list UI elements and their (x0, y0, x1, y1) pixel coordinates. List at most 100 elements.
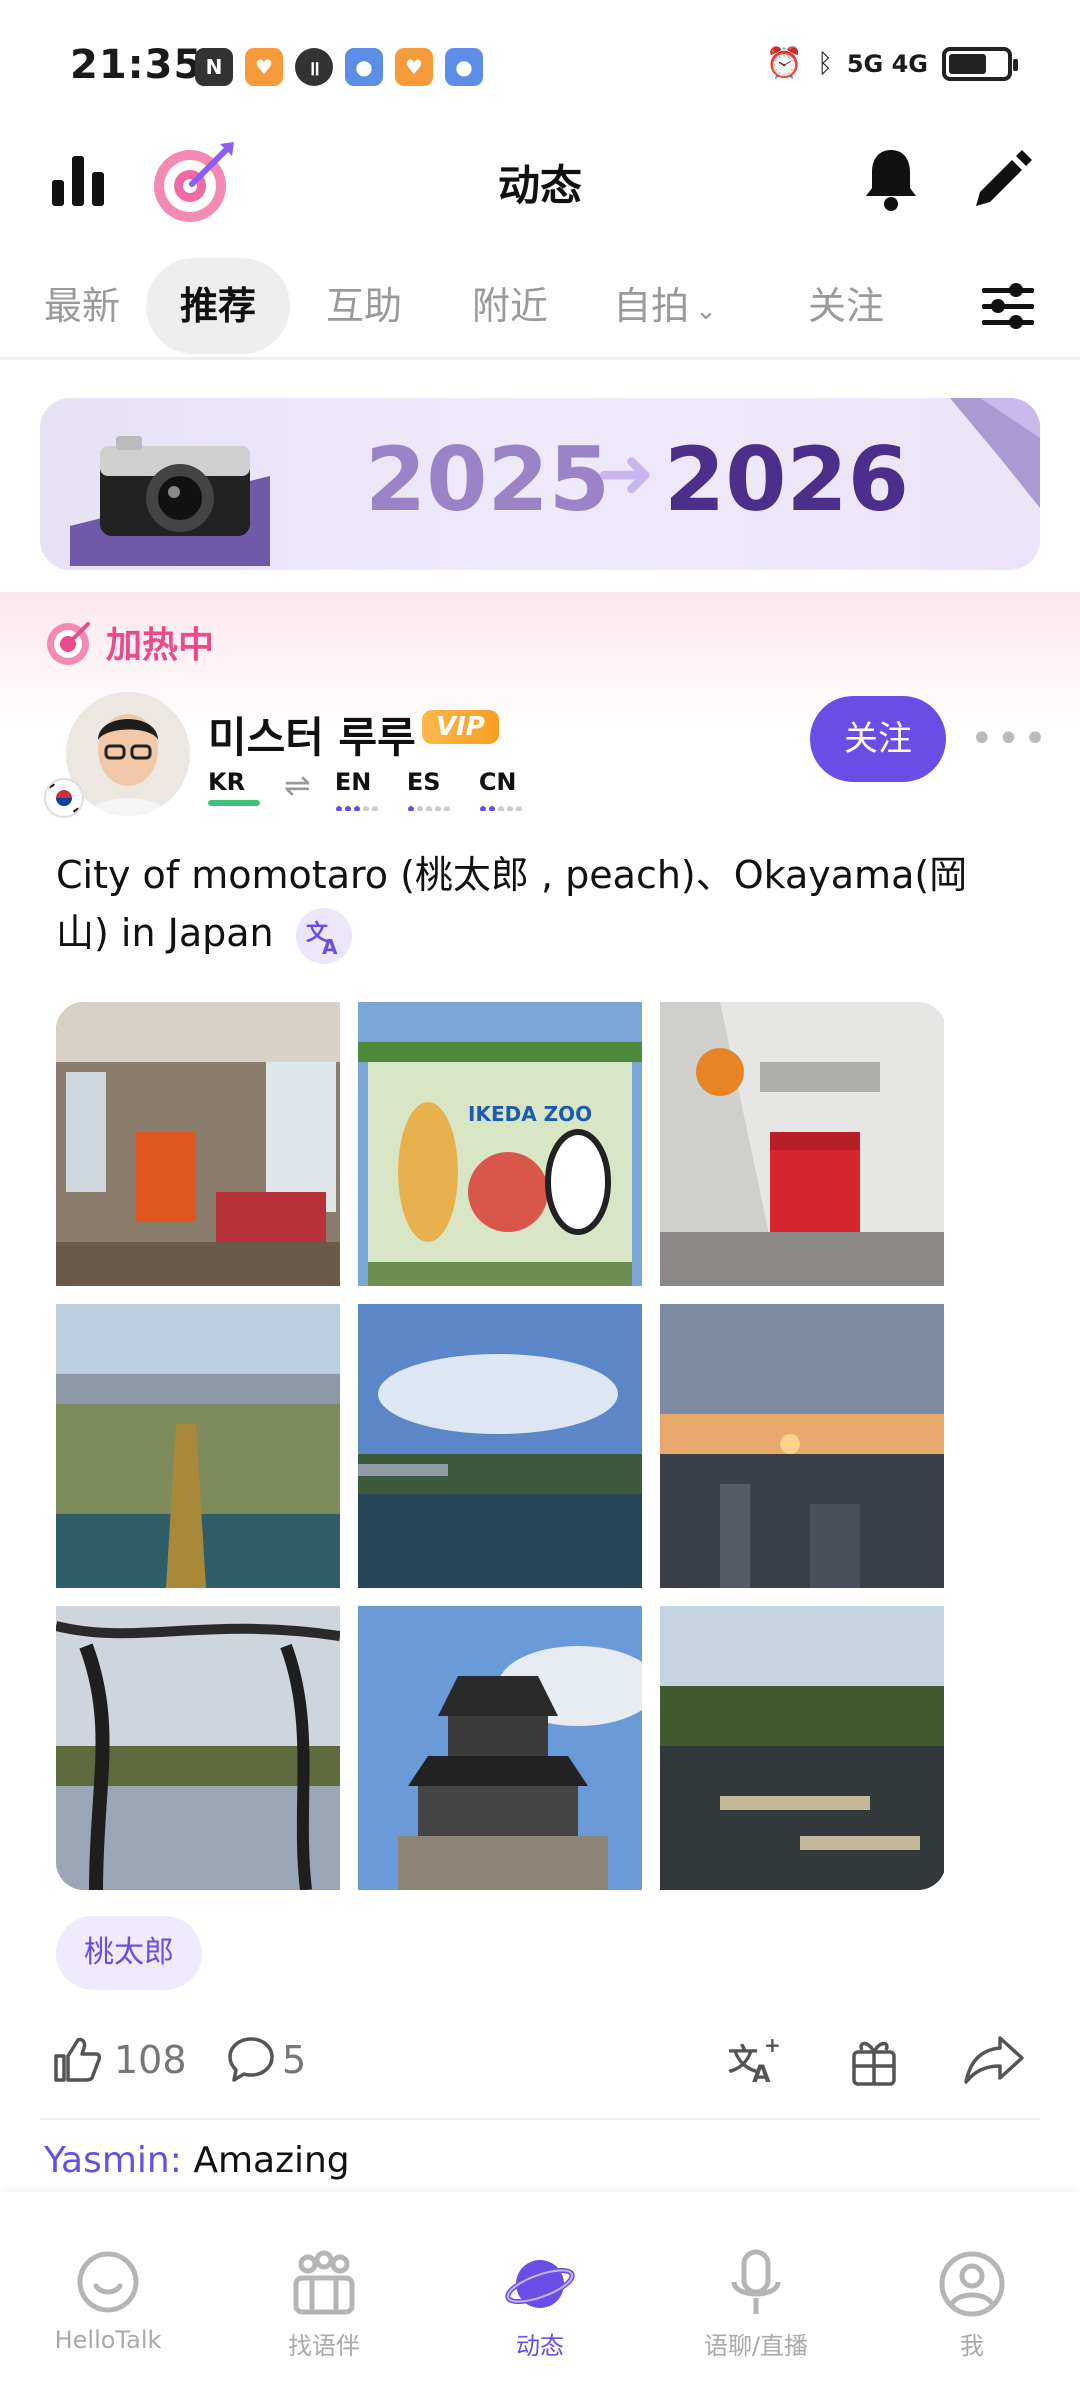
nav-label: 找语伴 (288, 2332, 360, 2360)
filter-icon[interactable] (980, 280, 1036, 330)
gift-icon[interactable] (848, 2032, 900, 2088)
tab-selfie-label: 自拍 (613, 284, 690, 328)
photo-garden-bridge[interactable] (660, 1606, 944, 1890)
bottom-navigation: HelloTalk 找语伴 动态 语聊/直播 我 (0, 2192, 1080, 2387)
level-dots (407, 806, 450, 812)
status-indicators: ⏰ ᛒ 5G 4G (765, 46, 1018, 81)
feed-tabs: 最新 推荐 互助 附近 自拍 ⌄ 关注 (0, 250, 1080, 360)
arrow-right-icon: ➜ (596, 432, 655, 514)
nav-label: HelloTalk (54, 2326, 162, 2354)
bell-icon[interactable] (862, 146, 920, 212)
status-time: 21:35 (70, 42, 203, 88)
app-header: 动态 (0, 130, 1080, 240)
boost-target-icon (47, 622, 90, 665)
tab-mutual-help[interactable]: 互助 (304, 258, 424, 354)
learning-language-code: CN (478, 768, 517, 796)
tab-latest[interactable]: 最新 (22, 258, 142, 354)
native-language-code: KR (208, 768, 246, 796)
status-app-icons: N ♥ ॥ ● ♥ ● (195, 48, 483, 86)
alarm-icon: ⏰ (765, 46, 804, 81)
comment-count: 5 (282, 2038, 307, 2082)
username[interactable]: 미스터 루루 (208, 704, 416, 765)
nav-label: 我 (960, 2332, 984, 2360)
photo-sunset-city[interactable] (660, 1304, 944, 1588)
chevron-down-icon: ⌄ (695, 296, 717, 326)
language-levels: KR ⇌ EN ES CN (208, 766, 527, 815)
photo-tram-interior[interactable] (56, 1002, 340, 1286)
tab-selfie[interactable]: 自拍 ⌄ (600, 258, 730, 354)
comment-preview[interactable]: Yasmin: Amazing (44, 2140, 350, 2181)
signal-icon: 5G 4G (846, 49, 928, 78)
banner-decoration (950, 398, 1040, 508)
profile-icon (939, 2251, 1005, 2317)
nav-hellotalk[interactable]: HelloTalk (28, 2248, 188, 2354)
tab-nearby[interactable]: 附近 (450, 258, 570, 354)
comment-author[interactable]: Yasmin: (44, 2140, 182, 2181)
photo-grid: IKEDA ZOO (56, 1002, 946, 1890)
banner-year-from: 2025 (365, 428, 610, 531)
photo-castle-view[interactable] (56, 1304, 340, 1588)
post-actions: 108 5 文 A + (0, 2028, 1080, 2108)
photo-caption: IKEDA ZOO (468, 1102, 593, 1126)
svg-text:A: A (322, 935, 338, 959)
translate-icon[interactable]: 文 A (295, 907, 352, 964)
tab-following[interactable]: 关注 (786, 258, 906, 354)
divider (40, 2118, 1040, 2120)
status-bar: 21:35 N ♥ ॥ ● ♥ ● ⏰ ᛒ 5G 4G (0, 0, 1080, 130)
people-icon (293, 2250, 355, 2315)
photo-pine-pond[interactable] (56, 1606, 340, 1890)
more-options-icon[interactable]: ••• (970, 716, 1050, 762)
edit-icon[interactable] (970, 146, 1034, 210)
svg-text:+: + (764, 2033, 781, 2057)
follow-button[interactable]: 关注 (810, 696, 946, 782)
new-year-banner[interactable]: 2025 ➜ 2026 (40, 398, 1040, 570)
thumbs-up-icon[interactable] (52, 2034, 102, 2084)
nav-label: 语聊/直播 (703, 2332, 809, 2360)
korea-flag-icon (44, 778, 84, 818)
photo-okayama-castle[interactable] (358, 1606, 642, 1890)
boost-label: 加热中 (106, 625, 215, 666)
post-body: City of momotaro (桃太郎 , peach)、Okayama(岡… (56, 846, 1016, 964)
photo-mailbox[interactable] (660, 1002, 944, 1286)
chat-bubble-icon (77, 2251, 139, 2313)
nav-label: 动态 (516, 2332, 564, 2360)
app-shield-icon: ● (345, 48, 383, 86)
nav-voice-live[interactable]: 语聊/直播 (676, 2248, 836, 2361)
translate-action-icon[interactable]: 文 A + (726, 2032, 782, 2088)
banner-year-to: 2026 (664, 428, 909, 531)
boost-indicator: 加热中 (44, 616, 214, 668)
photo-ikeda-zoo[interactable]: IKEDA ZOO (358, 1002, 642, 1286)
nav-me[interactable]: 我 (892, 2248, 1052, 2361)
comment-text: Amazing (193, 2140, 350, 2181)
nav-moments[interactable]: 动态 (460, 2248, 620, 2361)
app-shield-icon-2: ● (445, 48, 483, 86)
nav-find-partners[interactable]: 找语伴 (244, 2248, 404, 2361)
tab-recommended[interactable]: 推荐 (146, 258, 290, 354)
feed-post: 加热中 미스터 루루 VIP KR ⇌ EN ES CN 关注 ••• City… (0, 592, 1080, 2192)
exchange-arrows-icon: ⇌ (284, 766, 311, 804)
native-level-bar (208, 800, 260, 806)
svg-text:A: A (752, 2060, 771, 2088)
bluetooth-icon: ᛒ (817, 48, 833, 79)
like-count: 108 (114, 2038, 187, 2082)
learning-language-cn: CN (479, 768, 527, 815)
camera-illustration (70, 436, 270, 566)
avatar[interactable] (66, 692, 190, 816)
native-language: KR (208, 768, 260, 806)
app-heart-icon-2: ♥ (395, 48, 433, 86)
learning-language-code: EN (334, 768, 372, 796)
battery-icon (942, 46, 1018, 81)
nfc-icon: N (195, 48, 233, 86)
topic-tag[interactable]: 桃太郎 (56, 1916, 202, 1990)
vip-badge: VIP (422, 710, 499, 744)
level-dots (479, 806, 522, 812)
app-pause-icon: ॥ (295, 48, 333, 86)
comment-icon[interactable] (226, 2034, 276, 2084)
app-heart-icon: ♥ (245, 48, 283, 86)
learning-language-code: ES (406, 768, 441, 796)
learning-language-en: EN (335, 768, 383, 815)
share-icon[interactable] (964, 2034, 1024, 2086)
photo-river-bridge[interactable] (358, 1304, 642, 1588)
planet-icon (505, 2260, 575, 2308)
level-dots (335, 806, 378, 812)
